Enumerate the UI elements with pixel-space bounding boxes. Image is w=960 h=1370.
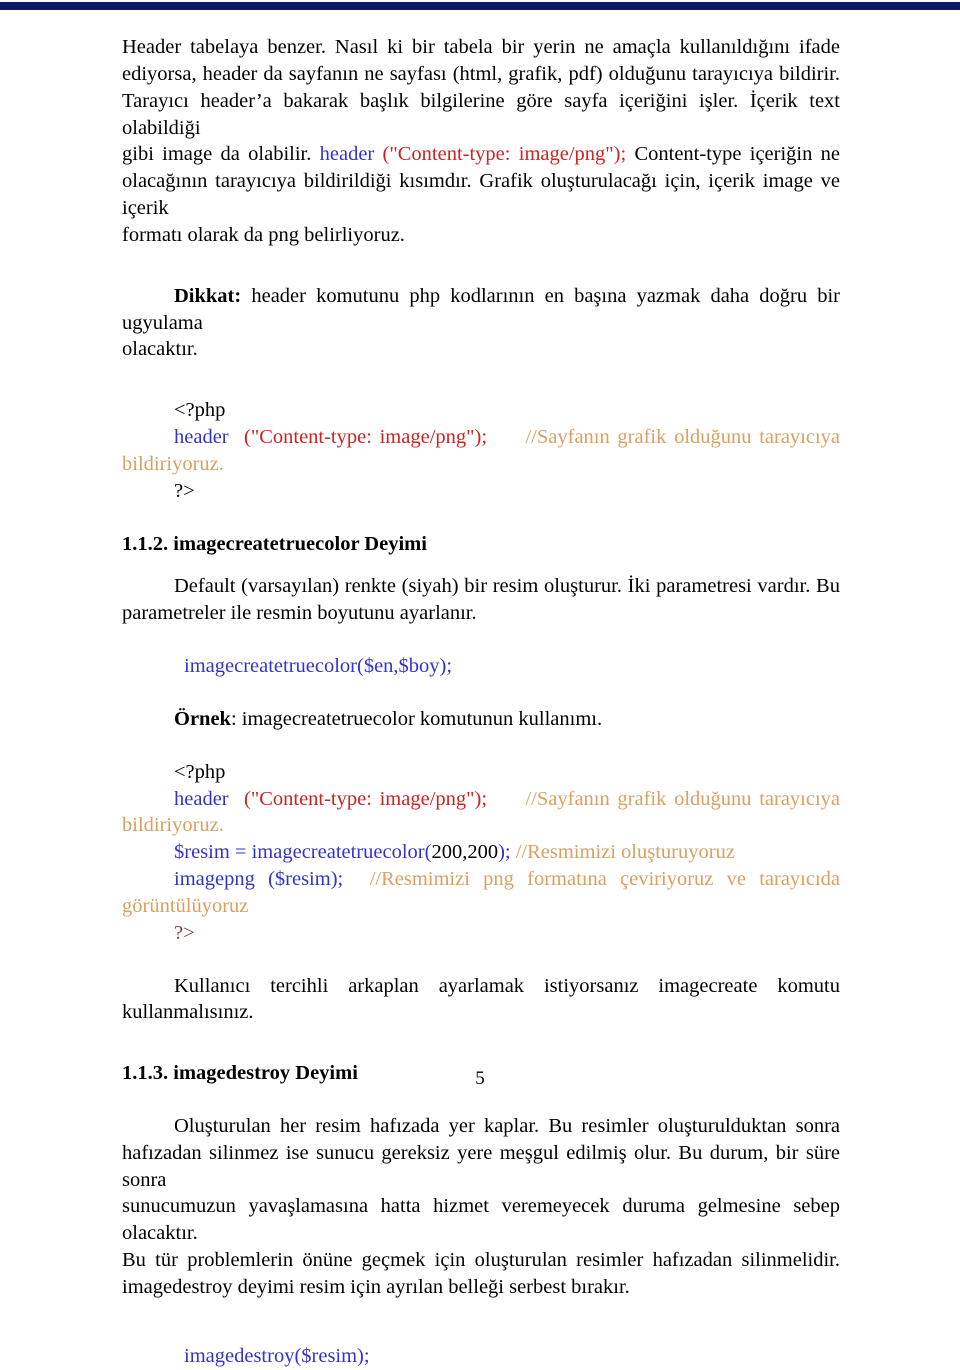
section-112-para-line-2: parametreler ile resmin boyutunu ayarlan… [122, 602, 477, 625]
dikkat-label: Dikkat: [174, 284, 242, 307]
code2-comment-wrap: bildiriyoruz. [122, 814, 224, 837]
code1-keyword: header [174, 426, 229, 449]
ornek-label: Örnek [174, 707, 231, 730]
code2-resim-terminator: ); [498, 841, 511, 864]
section-113-para-line-1: Oluşturulan her resim hafızada yer kapla… [174, 1114, 840, 1137]
code1-comment: //Sayfanın grafik olduğunu tarayıcıya [525, 426, 841, 449]
intro-line-4-text-b: Content-type içeriğin ne [626, 143, 840, 166]
code2-keyword: header [174, 787, 229, 810]
document-page-body: Header tabelaya benzer. Nasıl ki bir tab… [122, 34, 840, 1370]
code2-resim-assign: $resim = imagecreatetruecolor( [174, 841, 432, 864]
kullanici-paragraph: Kullanıcı tercihli arkaplan ayarlamak is… [122, 973, 840, 1027]
code2-close-tag: ?> [174, 921, 195, 944]
code1-string: ("Content-type: image/png"); [244, 426, 488, 449]
code-block-1: <?php header ("Content-type: image/png")… [122, 397, 840, 504]
intro-line-5: olacağının tarayıcıya bildirildiği kısım… [122, 170, 840, 220]
page-top-rule [0, 2, 960, 10]
dikkat-line-1: Dikkat: header komutunu php kodlarının e… [122, 283, 840, 337]
intro-line-6: formatı olarak da png belirliyoruz. [122, 223, 405, 246]
code2-open-tag: <?php [174, 760, 226, 783]
code2-resim-comment: //Resmimizi oluşturuyoruz [510, 841, 735, 864]
section-113-para-line-5: imagedestroy deyimi resim için ayrılan b… [122, 1275, 630, 1298]
intro-line-1: Header tabelaya benzer. Nasıl ki bir tab… [122, 36, 840, 58]
section-113-para-line-4: Bu tür problemlerin önüne geçmek için ol… [122, 1249, 840, 1272]
section-113-paragraph: Oluşturulan her resim hafızada yer kapla… [122, 1113, 840, 1301]
header-keyword: header [319, 143, 375, 166]
dikkat-note: Dikkat: header komutunu php kodlarının e… [122, 283, 840, 364]
section-113-para-line-3: sunucumuzun yavaşlamasına hatta hizmet v… [122, 1195, 840, 1245]
code1-open-tag: <?php [174, 399, 226, 422]
ornek-line: Örnek: imagecreatetruecolor komutunun ku… [122, 706, 840, 733]
code2-header-line: header ("Content-type: image/png"); //Sa… [122, 786, 840, 813]
section-112-para-line-1: Default (varsayılan) renkte (siyah) bir … [174, 575, 840, 598]
code2-resim-args: 200,200 [431, 841, 499, 864]
intro-line-2: ediyorsa, header da sayfanın ne sayfası … [122, 62, 840, 85]
intro-line-4-text-a: gibi image da olabilir. [122, 143, 320, 166]
code1-close-tag: ?> [174, 479, 195, 502]
code2-string: ("Content-type: image/png"); [244, 787, 488, 810]
intro-line-4: gibi image da olabilir. header ("Content… [122, 141, 840, 168]
code2-comment: //Sayfanın grafik olduğunu tarayıcıya [525, 787, 841, 810]
heading-1-1-2: 1.1.2. imagecreatetruecolor Deyimi [122, 532, 427, 555]
content-type-string: ("Content-type: image/png"); [374, 143, 627, 166]
code1-header-line: header ("Content-type: image/png"); //Sa… [122, 424, 840, 451]
code2-imagepng-comment: //Resmimizi png formatına çeviriyoruz ve… [369, 868, 841, 891]
page-number: 5 [475, 1068, 485, 1089]
code2-imagepng-line: imagepng ($resim); //Resmimizi png forma… [122, 866, 840, 893]
dikkat-line-2: olacaktır. [122, 338, 198, 361]
code2-imagepng-call: imagepng ($resim); [174, 868, 344, 891]
code1-comment-wrap: bildiriyoruz. [122, 452, 224, 475]
kullanici-line-2: kullanmalısınız. [122, 1001, 254, 1024]
ornek-text: : imagecreatetruecolor komutunun kullanı… [230, 707, 603, 730]
intro-line-3: Tarayıcı header’a bakarak başlık bilgile… [122, 89, 840, 139]
imagedestroy-signature: imagedestroy($resim); [184, 1344, 370, 1367]
section-113-para-line-2: hafızadan silinmez ise sunucu gereksiz y… [122, 1141, 840, 1191]
kullanici-line-1: Kullanıcı tercihli arkaplan ayarlamak is… [174, 974, 840, 997]
section-112-paragraph: Default (varsayılan) renkte (siyah) bir … [122, 573, 840, 627]
code2-imagepng-comment-wrap: görüntülüyoruz [122, 894, 249, 917]
code2-resim-line: $resim = imagecreatetruecolor(200,200); … [122, 839, 840, 866]
code-block-2: <?php header ("Content-type: image/png")… [122, 759, 840, 947]
imagecreatetruecolor-signature: imagecreatetruecolor($en,$boy); [184, 654, 453, 677]
intro-paragraph: Header tabelaya benzer. Nasıl ki bir tab… [122, 34, 840, 249]
